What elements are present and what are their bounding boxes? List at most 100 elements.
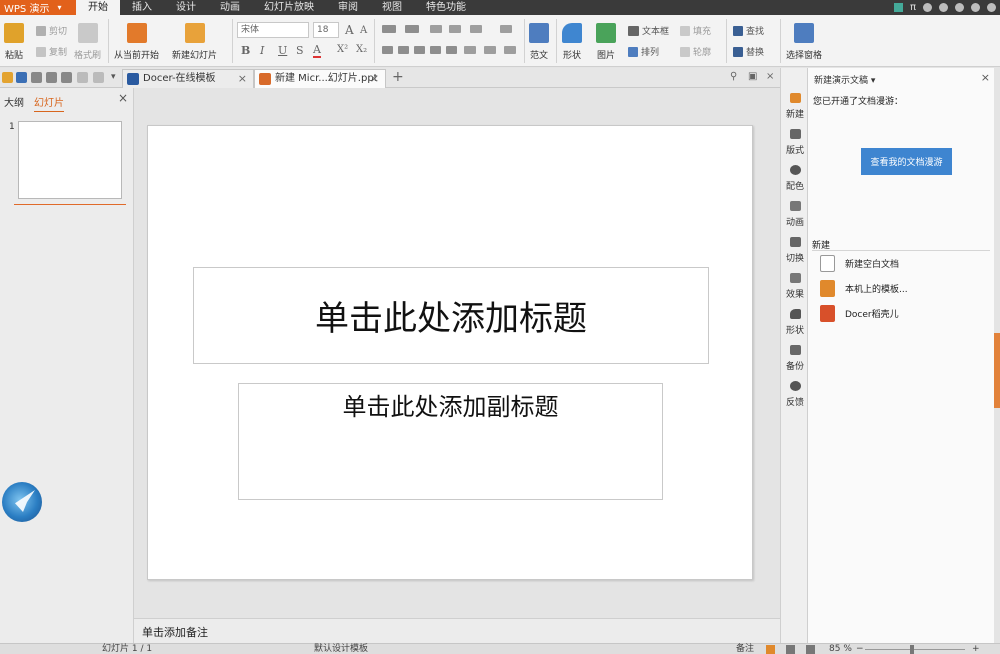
justify-icon[interactable] [430, 46, 441, 54]
chevron-down-icon[interactable]: ▾ [111, 72, 122, 83]
help-icon[interactable] [939, 3, 948, 12]
side-new-button[interactable]: 新建 [781, 93, 809, 120]
task-pane-title[interactable]: 新建演示文稿 ▾ [814, 73, 875, 86]
preview-icon[interactable] [61, 72, 72, 83]
side-shape-button[interactable]: 形状 [781, 309, 809, 336]
select-pane-button[interactable]: 选择窗格 [786, 23, 822, 61]
numbered-list-icon[interactable] [405, 25, 419, 33]
notes-toggle[interactable]: 备注 [736, 644, 754, 654]
app-menu-button[interactable]: WPS 演示 ▾ [0, 0, 76, 15]
tab-insert[interactable]: 插入 [120, 0, 164, 15]
close-icon[interactable]: × [981, 71, 990, 84]
docer-item[interactable]: Docer稻壳儿 [820, 305, 899, 322]
view-roaming-button[interactable]: 查看我的文档漫游 [861, 148, 952, 175]
side-layout-button[interactable]: 版式 [781, 129, 809, 156]
side-animation-button[interactable]: 动画 [781, 201, 809, 228]
vertical-align-icon[interactable] [484, 46, 496, 54]
skin-icon[interactable] [923, 3, 932, 12]
tab-animation[interactable]: 动画 [208, 0, 252, 15]
tab-new-presentation[interactable]: 新建 Micr...幻灯片.ppt × [254, 69, 386, 88]
play-icon[interactable] [893, 3, 903, 12]
title-placeholder[interactable]: 单击此处添加标题 [193, 267, 709, 364]
strikethrough-button[interactable]: S [296, 44, 304, 57]
pi-icon[interactable]: π [910, 2, 916, 13]
new-blank-document-item[interactable]: 新建空白文档 [820, 255, 899, 272]
align-center-icon[interactable] [398, 46, 409, 54]
cut-button[interactable]: 剪切 [36, 24, 67, 37]
tab-slides[interactable]: 幻灯片 [34, 94, 64, 112]
side-transition-button[interactable]: 切换 [781, 237, 809, 264]
tab-close-icon[interactable]: × [238, 70, 247, 87]
zoom-slider[interactable] [865, 649, 965, 650]
bullet-list-icon[interactable] [382, 25, 396, 33]
new-slide-button[interactable]: 新建幻灯片 [172, 23, 217, 61]
local-templates-item[interactable]: 本机上的模板... [820, 280, 908, 297]
font-size-select[interactable]: 18 [313, 22, 339, 38]
format-painter-button[interactable]: 格式刷 [74, 23, 101, 61]
zoom-in-button[interactable]: + [972, 644, 980, 654]
text-shading-icon[interactable] [504, 46, 516, 54]
side-effects-button[interactable]: 效果 [781, 273, 809, 300]
side-color-button[interactable]: 配色 [781, 165, 809, 192]
open-icon[interactable] [2, 72, 13, 83]
minimize-icon[interactable] [955, 3, 964, 12]
outline-button[interactable]: 轮廓 [680, 45, 711, 58]
distribute-icon[interactable] [446, 46, 457, 54]
export-icon[interactable] [31, 72, 42, 83]
replace-button[interactable]: 替换 [733, 45, 764, 58]
arrange-button[interactable]: 排列 [628, 45, 659, 58]
italic-button[interactable]: I [260, 44, 264, 57]
columns-icon[interactable] [464, 46, 476, 54]
font-color-button[interactable]: A [313, 43, 321, 58]
tab-close-icon[interactable]: × [370, 70, 379, 87]
close-icon[interactable]: × [118, 91, 128, 105]
save-icon[interactable] [16, 72, 27, 83]
shape-button[interactable]: 形状 [562, 23, 582, 61]
start-from-current-button[interactable]: 从当前开始 [114, 23, 159, 61]
normal-view-icon[interactable] [766, 645, 775, 654]
tab-view[interactable]: 视图 [370, 0, 414, 15]
indent-increase-icon[interactable] [449, 25, 461, 33]
new-tab-button[interactable]: + [392, 69, 404, 85]
paste-button[interactable]: 粘贴 [4, 23, 24, 61]
slide[interactable]: 单击此处添加标题 单击此处添加副标题 [147, 125, 753, 580]
align-left-icon[interactable] [382, 46, 393, 54]
fanwen-button[interactable]: 范文 [529, 23, 549, 61]
redo-icon[interactable] [93, 72, 104, 83]
undo-icon[interactable] [77, 72, 88, 83]
fill-button[interactable]: 填充 [680, 24, 711, 37]
side-feedback-button[interactable]: 反馈 [781, 381, 809, 408]
align-right-icon[interactable] [414, 46, 425, 54]
close-icon[interactable] [987, 3, 996, 12]
find-button[interactable]: 查找 [733, 24, 764, 37]
subtitle-placeholder[interactable]: 单击此处添加副标题 [238, 383, 663, 500]
textbox-button[interactable]: 文本框 [628, 24, 669, 37]
grow-font-button[interactable]: A [345, 23, 354, 37]
zoom-out-button[interactable]: − [856, 644, 864, 654]
picture-button[interactable]: 图片 [596, 23, 616, 61]
line-spacing-icon[interactable] [470, 25, 482, 33]
maximize-icon[interactable] [971, 3, 980, 12]
tab-slideshow[interactable]: 幻灯片放映 [252, 0, 326, 15]
font-name-select[interactable]: 宋体 [237, 22, 309, 38]
task-pane-toggle-handle[interactable] [994, 333, 1000, 408]
side-backup-button[interactable]: 备份 [781, 345, 809, 372]
print-icon[interactable] [46, 72, 57, 83]
bold-button[interactable]: B [241, 44, 250, 57]
reading-view-icon[interactable] [806, 645, 815, 654]
superscript-button[interactable]: X² [337, 44, 348, 55]
pin-icon[interactable]: ⚲ [730, 71, 737, 82]
slide-thumbnail[interactable] [18, 121, 122, 199]
tab-start[interactable]: 开始 [76, 0, 120, 15]
slide-sorter-icon[interactable] [786, 645, 795, 654]
tab-design[interactable]: 设计 [164, 0, 208, 15]
tab-list-icon[interactable]: ▣ [748, 71, 757, 82]
tab-features[interactable]: 特色功能 [414, 0, 478, 15]
tab-outline[interactable]: 大纲 [4, 94, 24, 109]
tab-review[interactable]: 审阅 [326, 0, 370, 15]
close-document-icon[interactable]: × [766, 71, 774, 82]
shrink-font-button[interactable]: A [360, 25, 367, 36]
indent-decrease-icon[interactable] [430, 25, 442, 33]
tab-docer-templates[interactable]: Docer-在线模板 × [122, 69, 254, 88]
text-direction-icon[interactable] [500, 25, 512, 33]
